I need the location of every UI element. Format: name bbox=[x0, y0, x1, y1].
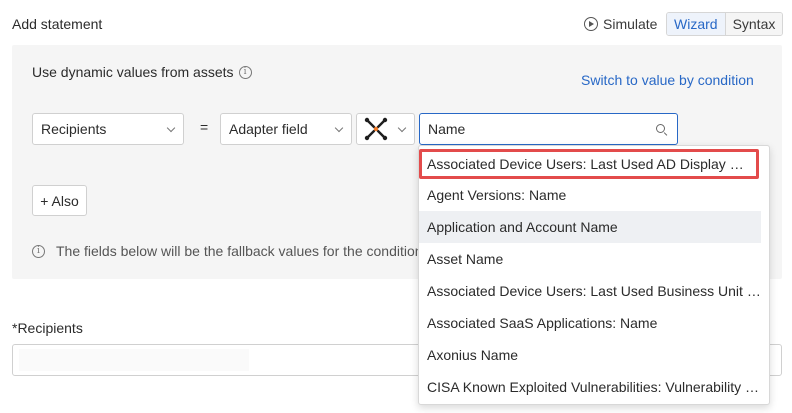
chevron-down-icon bbox=[334, 123, 344, 133]
field-select[interactable]: Recipients bbox=[32, 113, 184, 145]
dropdown-option[interactable]: Associated Device Users: Last Used Busin… bbox=[419, 275, 769, 307]
info-icon[interactable]: i bbox=[238, 65, 252, 79]
dropdown-option[interactable]: Agent Versions: Name bbox=[419, 179, 769, 211]
field-select-value: Recipients bbox=[41, 121, 107, 137]
field-search[interactable] bbox=[419, 113, 678, 145]
chevron-down-icon bbox=[166, 123, 176, 133]
axonius-x-logo-icon bbox=[364, 117, 388, 141]
dropdown-option[interactable]: Asset Name bbox=[419, 243, 769, 275]
tab-syntax[interactable]: Syntax bbox=[725, 13, 783, 35]
add-also-button[interactable]: + Also bbox=[32, 185, 87, 216]
dropdown-option[interactable]: Application and Account Name bbox=[419, 211, 761, 243]
page-title: Add statement bbox=[12, 16, 103, 32]
fallback-note: i The fields below will be the fallback … bbox=[32, 243, 423, 259]
source-select-value: Adapter field bbox=[229, 121, 308, 137]
field-search-input[interactable] bbox=[428, 121, 638, 137]
switch-to-condition-link[interactable]: Switch to value by condition bbox=[581, 72, 754, 88]
play-icon bbox=[584, 17, 598, 31]
info-icon: i bbox=[32, 244, 45, 258]
recipients-label: *Recipients bbox=[12, 320, 83, 336]
recipients-value bbox=[19, 349, 249, 371]
dropdown-option[interactable]: CISA Known Exploited Vulnerabilities: Vu… bbox=[419, 371, 769, 403]
dynamic-values-label: Use dynamic values from assets i bbox=[32, 64, 252, 80]
mode-switch: Wizard Syntax bbox=[666, 12, 784, 36]
simulate-button[interactable]: Simulate bbox=[584, 16, 657, 32]
search-icon bbox=[656, 124, 665, 133]
dynamic-values-text: Use dynamic values from assets bbox=[32, 64, 234, 80]
chevron-down-icon bbox=[397, 123, 407, 133]
simulate-label: Simulate bbox=[603, 16, 658, 32]
adapter-select[interactable] bbox=[356, 113, 415, 145]
fallback-text: The fields below will be the fallback va… bbox=[56, 243, 423, 259]
tab-wizard[interactable]: Wizard bbox=[667, 13, 726, 35]
field-options-dropdown: Associated Device Users: Last Used AD Di… bbox=[418, 145, 770, 405]
source-select[interactable]: Adapter field bbox=[220, 113, 352, 145]
dropdown-option[interactable]: Associated Device Users: Last Used AD Di… bbox=[419, 149, 759, 179]
operator-label: = bbox=[200, 119, 209, 135]
dropdown-option[interactable]: Axonius Name bbox=[419, 339, 769, 371]
dropdown-option[interactable]: Associated SaaS Applications: Name bbox=[419, 307, 769, 339]
